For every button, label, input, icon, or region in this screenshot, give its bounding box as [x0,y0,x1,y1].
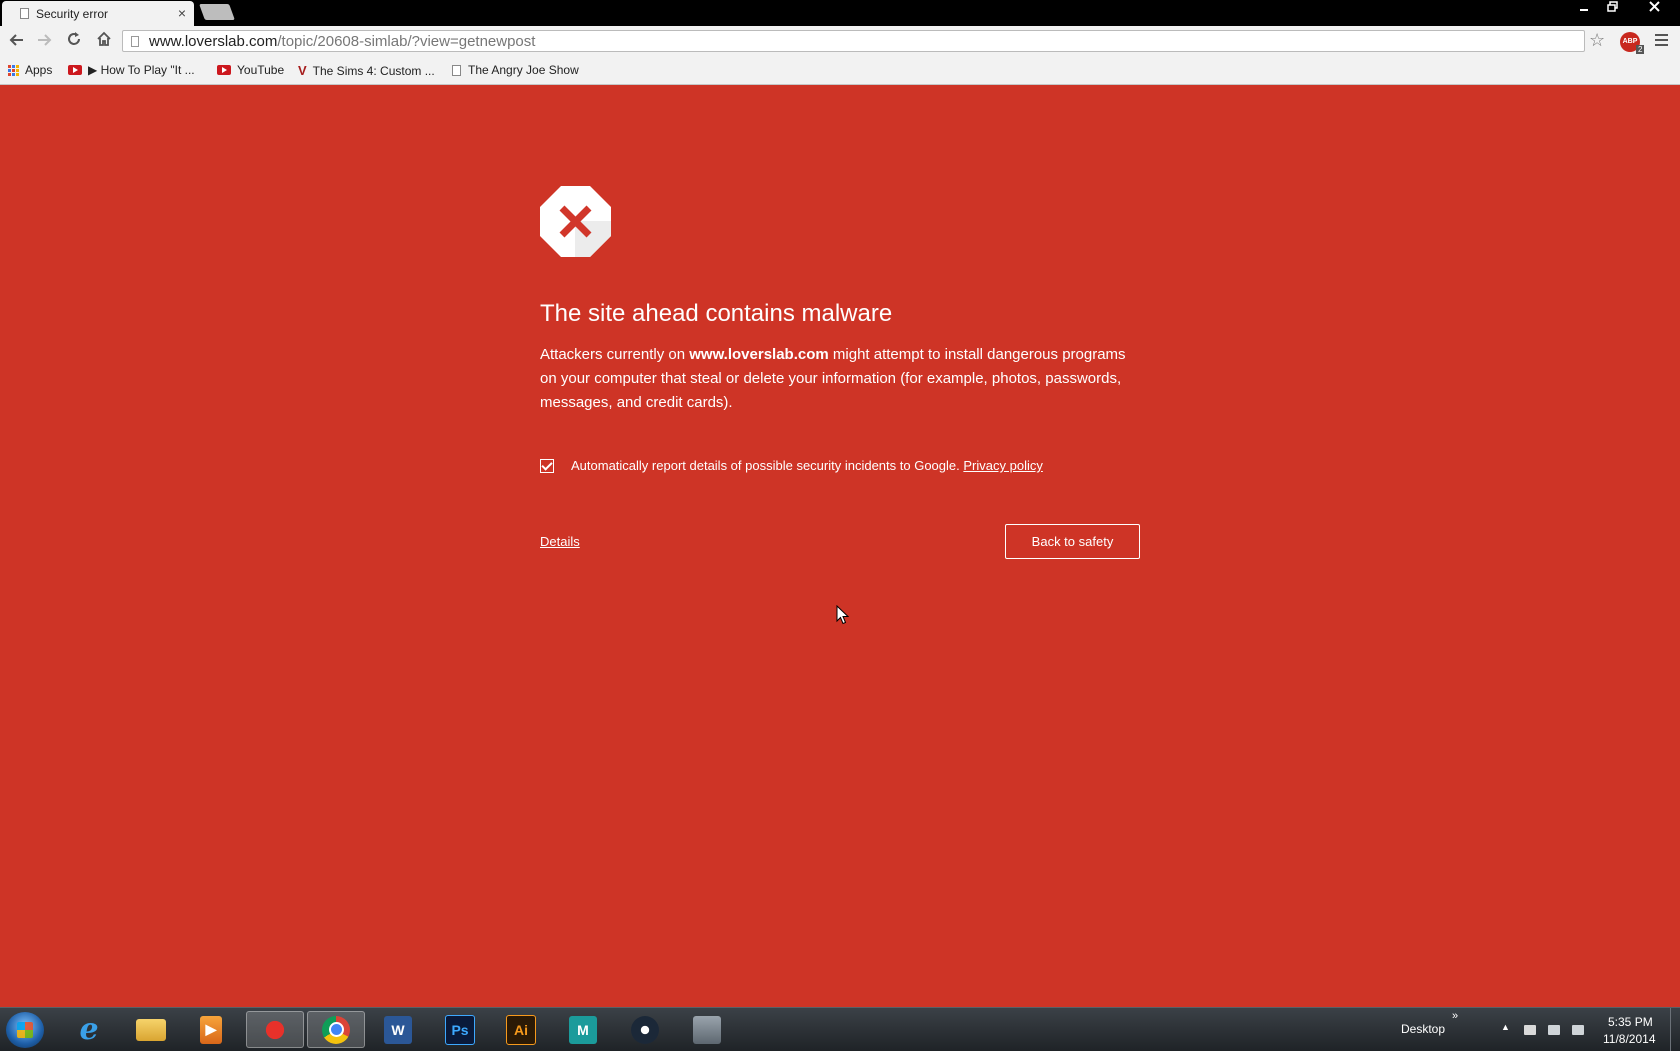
steam-icon [631,1015,659,1044]
new-tab-button[interactable] [199,4,235,20]
taskbar-steam[interactable] [616,1011,674,1048]
maya-icon: M [569,1015,597,1044]
volume-icon[interactable] [1572,1025,1584,1035]
file-explorer-icon [136,1018,166,1041]
browser-toolbar: www.loverslab.com/topic/20608-simlab/?vi… [0,26,1680,56]
malware-stop-icon [540,186,611,257]
bookmark-apps[interactable]: Apps [8,63,52,77]
adblock-count-badge: 2 [1636,45,1645,54]
taskbar-settings-tool[interactable] [678,1011,736,1048]
toolbar-chevron-icon[interactable]: » [1452,1010,1458,1022]
taskbar-paint-app[interactable] [246,1011,304,1048]
taskbar-photoshop[interactable]: Ps [431,1011,489,1048]
back-to-safety-button[interactable]: Back to safety [1005,524,1140,559]
forward-button[interactable] [34,30,56,52]
taskbar-internet-explorer[interactable]: e [60,1011,118,1048]
bookmark-star-icon[interactable]: ☆ [1589,30,1605,51]
forward-arrow-icon [38,34,52,46]
v-icon: V [298,63,307,78]
reload-icon [68,32,80,45]
tab-security-error[interactable]: Security error × [2,1,194,26]
taskbar-file-explorer[interactable] [122,1011,180,1048]
start-button[interactable] [6,1012,44,1048]
page-icon [20,8,29,19]
bookmark-how-to-play[interactable]: ▶ How To Play "It ... [68,63,195,77]
page-heading: The site ahead contains malware [540,300,893,327]
chrome-icon [322,1015,350,1044]
settings-tool-icon [693,1015,721,1044]
report-option: Automatically report details of possible… [540,458,1043,473]
apps-icon [8,64,19,76]
home-icon [97,31,111,46]
tab-close-icon[interactable]: × [178,5,186,21]
taskbar-maya[interactable]: M [554,1011,612,1048]
chrome-menu-icon[interactable] [1655,34,1668,49]
minimize-button[interactable] [1574,0,1594,18]
youtube-icon [68,65,82,75]
details-link[interactable]: Details [540,534,580,549]
taskbar-illustrator[interactable]: Ai [492,1011,550,1048]
close-window-button[interactable] [1640,0,1668,18]
url-host: www.loverslab.com [149,32,278,50]
photoshop-icon: Ps [445,1014,475,1045]
privacy-policy-link[interactable]: Privacy policy [963,458,1042,473]
reload-button[interactable] [63,30,85,52]
windows-taskbar: e ▶ W Ps Ai M Desktop » ▲ 5:35 PM 11/8/2… [0,1007,1680,1051]
word-icon: W [384,1015,412,1044]
taskbar-word[interactable]: W [369,1011,427,1048]
media-player-icon: ▶ [200,1015,222,1044]
malware-interstitial: The site ahead contains malware Attacker… [0,85,1680,1007]
bookmark-label: ▶ How To Play "It ... [88,63,195,77]
bookmark-label: YouTube [237,63,285,77]
show-desktop-button[interactable] [1670,1008,1680,1051]
minimize-icon [1580,9,1588,11]
bookmark-angry-joe[interactable]: The Angry Joe Show [452,63,579,77]
report-checkbox[interactable] [540,458,554,473]
paint-app-icon [261,1015,289,1044]
message-site: www.loverslab.com [689,346,829,363]
bookmark-label: Apps [25,63,53,77]
network-icon[interactable] [1548,1025,1560,1035]
address-bar[interactable]: www.loverslab.com/topic/20608-simlab/?vi… [122,30,1585,52]
page-icon [131,35,139,47]
url-path: /topic/20608-simlab/?view=getnewpost [277,32,536,50]
bookmark-label: The Angry Joe Show [468,63,579,77]
illustrator-icon: Ai [506,1014,536,1045]
show-hidden-icons-icon[interactable]: ▲ [1501,1022,1510,1032]
message-prefix: Attackers currently on [540,346,690,363]
action-center-flag-icon[interactable] [1524,1025,1536,1035]
internet-explorer-icon: e [79,1012,99,1047]
back-button[interactable] [5,30,27,52]
malware-message: Attackers currently on www.loverslab.com… [540,343,1140,415]
taskbar-chrome[interactable] [307,1011,365,1048]
desktop-toolbar-label[interactable]: Desktop [1401,1022,1445,1036]
bookmarks-bar: Apps ▶ How To Play "It ... YouTube V The… [0,56,1680,85]
report-label: Automatically report details of possible… [571,458,960,473]
document-icon [452,64,461,76]
close-icon [1648,1,1660,12]
home-button[interactable] [93,30,115,52]
bookmark-sims-4[interactable]: V The Sims 4: Custom ... [298,63,435,78]
clock-time[interactable]: 5:35 PM [1608,1015,1653,1029]
restore-button[interactable] [1602,0,1622,18]
clock-date[interactable]: 11/8/2014 [1603,1032,1656,1046]
bookmark-label: The Sims 4: Custom ... [312,63,435,78]
taskbar-media-player[interactable]: ▶ [182,1011,240,1048]
mouse-cursor-icon [836,605,849,625]
tab-title: Security error [36,6,109,21]
bookmark-youtube[interactable]: YouTube [217,63,284,77]
restore-icon [1606,1,1618,12]
back-arrow-icon [9,34,23,46]
youtube-icon [217,65,231,75]
title-bar: Security error × [0,0,1680,26]
